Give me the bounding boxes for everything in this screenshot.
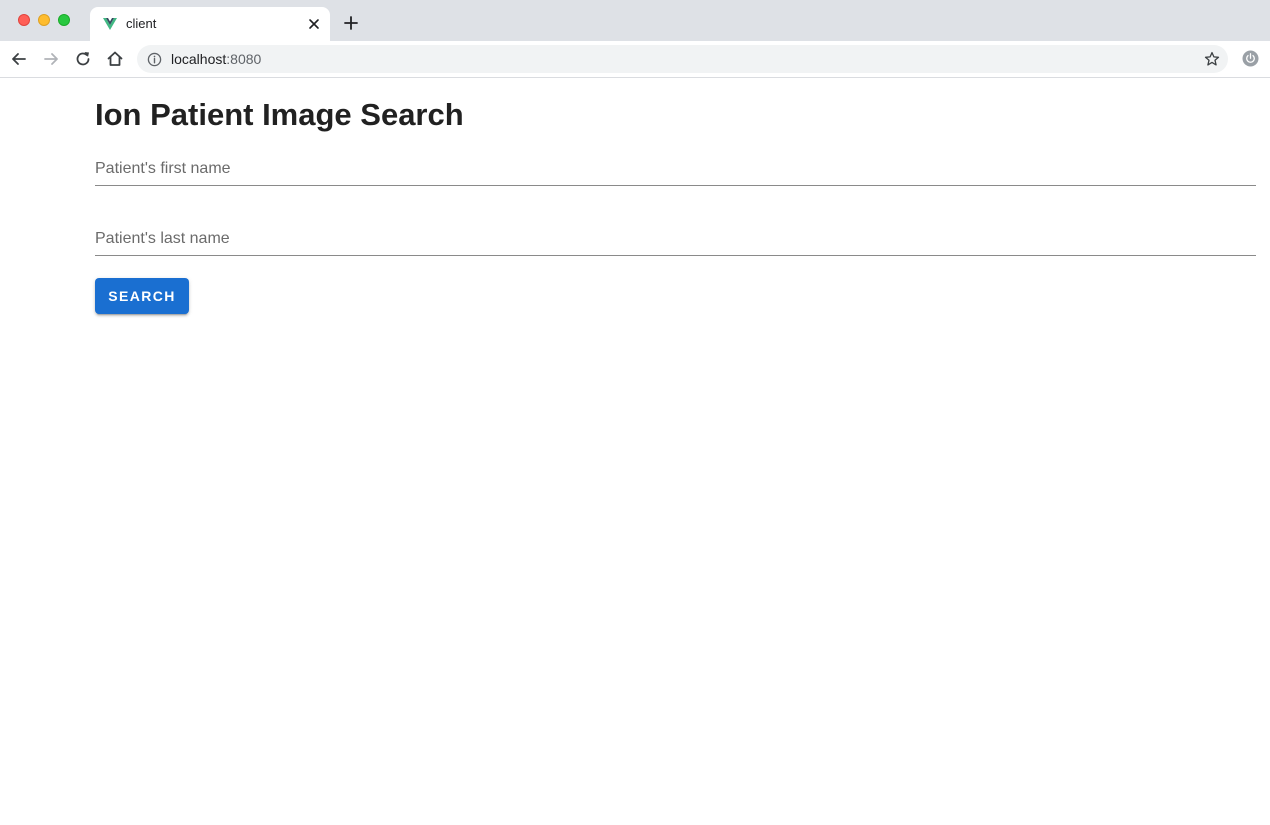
home-icon[interactable]: [105, 49, 125, 69]
reload-icon[interactable]: [73, 49, 93, 69]
tab-title: client: [126, 16, 157, 31]
address-bar[interactable]: localhost:8080: [137, 45, 1228, 73]
first-name-input[interactable]: [95, 154, 1256, 184]
close-window-button[interactable]: [18, 14, 30, 26]
search-button[interactable]: SEARCH: [95, 278, 189, 314]
info-icon[interactable]: [147, 52, 162, 67]
page-title: Ion Patient Image Search: [95, 97, 464, 132]
minimize-window-button[interactable]: [38, 14, 50, 26]
back-arrow-icon[interactable]: [9, 49, 29, 69]
power-icon[interactable]: [1242, 50, 1259, 67]
last-name-field: [95, 224, 1256, 256]
browser-tab[interactable]: client: [90, 7, 330, 41]
url-host: localhost: [171, 51, 227, 67]
url-text: localhost:8080: [171, 52, 261, 67]
forward-arrow-icon[interactable]: [41, 49, 61, 69]
vue-logo-icon: [103, 18, 117, 30]
browser-toolbar: localhost:8080: [0, 41, 1270, 78]
maximize-window-button[interactable]: [58, 14, 70, 26]
url-port: :8080: [226, 51, 262, 67]
first-name-field: [95, 154, 1256, 186]
new-tab-icon[interactable]: [343, 15, 359, 31]
close-tab-icon[interactable]: [306, 16, 322, 32]
last-name-input[interactable]: [95, 224, 1256, 254]
browser-tab-strip: client: [0, 0, 1270, 41]
bookmark-star-icon[interactable]: [1204, 51, 1220, 67]
